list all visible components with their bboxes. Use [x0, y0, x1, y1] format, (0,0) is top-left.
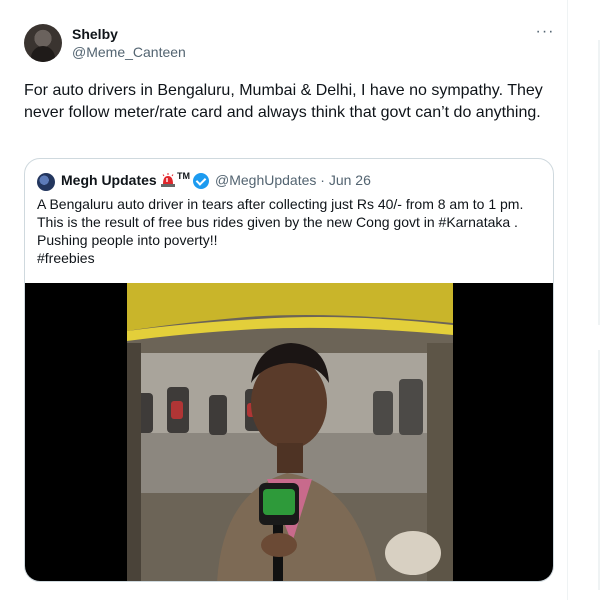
quote-handle-date[interactable]: @MeghUpdates · Jun 26	[215, 172, 371, 188]
author-handle[interactable]: @Meme_Canteen	[72, 44, 186, 60]
avatar[interactable]	[24, 24, 62, 62]
more-options-icon[interactable]: ···	[535, 22, 555, 42]
trademark-label: TM	[177, 171, 190, 181]
quote-author-name[interactable]: Megh Updates	[61, 172, 157, 188]
video-still	[127, 283, 453, 581]
quote-text-line: A Bengaluru auto driver in tears after c…	[37, 196, 524, 212]
hashtag-link[interactable]: #freebies	[37, 249, 547, 267]
quote-avatar[interactable]	[37, 173, 55, 191]
verified-badge-icon	[193, 173, 209, 189]
quote-text-line: This is the result of free bus rides giv…	[37, 214, 518, 230]
tweet-text: For auto drivers in Bengaluru, Mumbai & …	[24, 82, 548, 121]
quote-text-line: Pushing people into poverty!!	[37, 232, 218, 248]
siren-emoji-icon	[161, 173, 175, 187]
video-player[interactable]	[25, 283, 553, 581]
quote-text: A Bengaluru auto driver in tears after c…	[37, 195, 547, 267]
video-thumbnail	[127, 283, 453, 581]
timeline-column: Shelby @Meme_Canteen ··· For auto driver…	[0, 0, 568, 600]
tweet[interactable]: Shelby @Meme_Canteen ··· For auto driver…	[0, 0, 568, 600]
author-name[interactable]: Shelby	[72, 26, 118, 42]
right-sidebar-edge	[569, 0, 600, 600]
quoted-tweet[interactable]: Megh Updates TM @MeghUpdates · Jun 26 A …	[24, 158, 554, 582]
